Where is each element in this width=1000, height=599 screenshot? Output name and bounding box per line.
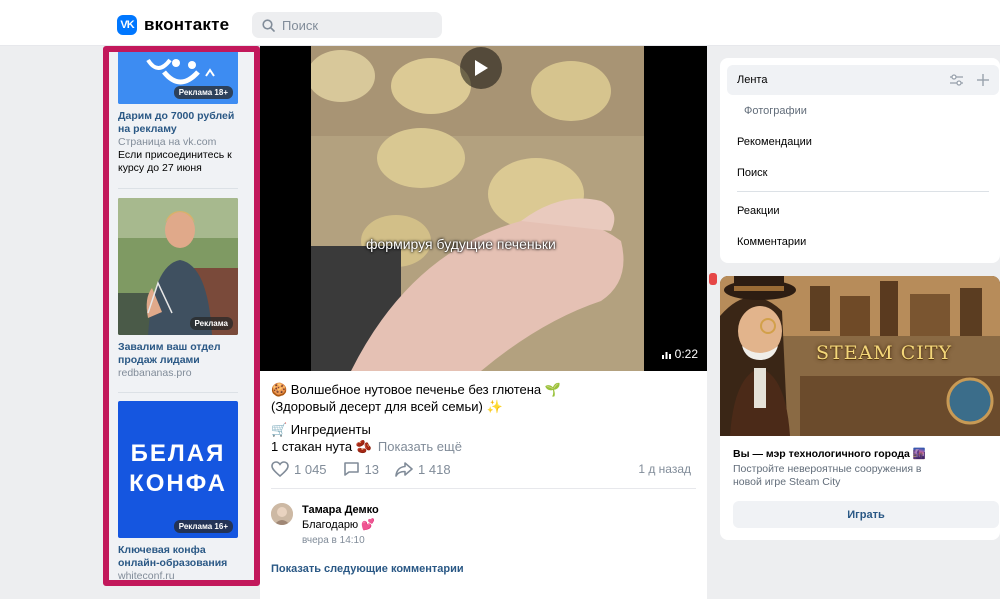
ad-badge: Реклама — [189, 317, 233, 330]
divider — [271, 488, 696, 489]
post-actions: 1 045 13 1 418 1 д назад — [271, 461, 691, 477]
avatar[interactable] — [271, 503, 293, 525]
ads-column: Реклама 18+ Дарим до 7000 рублей на рекл… — [103, 46, 260, 586]
ad-image[interactable]: Реклама 18+ — [118, 52, 238, 104]
nav-item-label: Реакции — [737, 205, 780, 217]
ad-title[interactable]: Дарим до 7000 рублей на рекламу — [118, 110, 242, 136]
ad-text: Если присоединитесь к курсу до 27 июня — [118, 149, 232, 174]
nav-item-recommendations[interactable]: Рекомендации — [727, 127, 999, 157]
ad-item[interactable]: Реклама 18+ Дарим до 7000 рублей на рекл… — [118, 52, 242, 175]
nav-item-label: Лента — [737, 74, 768, 86]
share-button[interactable]: 1 418 — [395, 461, 451, 477]
nav-item-label: Комментарии — [737, 236, 807, 248]
heart-icon — [271, 461, 289, 477]
comment-text: Благодарю 💕 — [302, 519, 375, 531]
post-text: 🍪 Волшебное нутовое печенье без глютена … — [271, 381, 561, 455]
promo-title[interactable]: Вы — мэр технологичного города 🌆 — [733, 447, 926, 460]
ad-divider — [118, 392, 238, 393]
comment-button[interactable]: 13 — [343, 461, 379, 477]
feed-post: формируя будущие печеньки 0:22 🍪 Волшебн… — [260, 46, 707, 599]
video-bars-icon — [661, 351, 671, 359]
ad-item[interactable]: БЕЛАЯ КОНФА Реклама 16+ Ключевая конфа о… — [118, 401, 242, 582]
like-button[interactable]: 1 045 — [271, 461, 327, 477]
play-button[interactable] — [460, 47, 502, 89]
play-game-button[interactable]: Играть — [733, 501, 999, 528]
comment-time[interactable]: вчера в 14:10 — [302, 535, 365, 546]
search-placeholder: Поиск — [282, 17, 319, 33]
video-caption: формируя будущие печеньки — [366, 236, 556, 252]
ad-domain: redbananas.pro — [118, 367, 192, 379]
nav-divider — [737, 191, 989, 192]
play-icon — [475, 60, 488, 76]
video-duration-text: 0:22 — [674, 347, 698, 361]
ad-title[interactable]: Завалим ваш отдел продаж лидами — [118, 341, 242, 367]
ad-image[interactable]: Реклама — [118, 198, 238, 335]
comment-icon — [343, 462, 359, 476]
post-date[interactable]: 1 д назад — [638, 462, 691, 476]
video-player[interactable]: формируя будущие печеньки 0:22 — [260, 46, 707, 371]
search-input[interactable]: Поиск — [252, 12, 442, 38]
like-count: 1 045 — [294, 461, 327, 477]
nav-item-photos[interactable]: Фотографии — [727, 96, 999, 126]
vk-logo[interactable]: VK вконтакте — [117, 15, 229, 35]
nav-item-feed[interactable]: Лента — [727, 65, 999, 95]
plus-icon[interactable] — [977, 74, 989, 86]
nav-tools — [950, 74, 989, 86]
ad-item[interactable]: Реклама Завалим ваш отдел продаж лидами … — [118, 198, 242, 380]
ad-image-text: БЕЛАЯ — [130, 440, 226, 467]
post-text-line: 1 стакан нута 🫘 — [271, 439, 372, 454]
post-text-line: 🍪 Волшебное нутовое печенье без глютена … — [271, 382, 561, 397]
ad-badge: Реклама 18+ — [173, 86, 233, 99]
comment-count: 13 — [364, 461, 380, 477]
nav-item-comments[interactable]: Комментарии — [727, 227, 999, 257]
game-promo-card: STEAM CITY Вы — мэр технологичного город… — [720, 276, 1000, 540]
ad-domain: whiteconf.ru — [118, 570, 175, 582]
promo-text: Постройте невероятные сооружения в новой… — [733, 463, 922, 488]
sliders-icon[interactable] — [950, 74, 963, 86]
post-text-line-with-more: 1 стакан нута 🫘 Показать ещё — [271, 438, 561, 455]
vk-logo-text: вконтакте — [144, 15, 230, 34]
show-more-link[interactable]: Показать ещё — [378, 439, 462, 454]
ad-image[interactable]: БЕЛАЯ КОНФА Реклама 16+ — [118, 401, 238, 538]
nav-item-label: Фотографии — [744, 105, 807, 117]
ad-image-text: КОНФА — [129, 470, 227, 497]
share-count: 1 418 — [418, 461, 451, 477]
video-duration: 0:22 — [661, 347, 698, 361]
promo-game-logo: STEAM CITY — [816, 342, 953, 364]
ad-title[interactable]: Ключевая конфа онлайн-образования — [118, 544, 242, 570]
post-text-line: 🛒 Ингредиенты — [271, 422, 371, 437]
ad-badge: Реклама 16+ — [173, 520, 233, 533]
share-icon — [395, 462, 413, 477]
show-next-comments-link[interactable]: Показать следующие комментарии — [271, 563, 464, 575]
video-frame — [311, 46, 644, 371]
ad-domain: Страница на vk.com — [118, 136, 217, 148]
person-photo-icon — [118, 198, 238, 335]
nav-item-label: Поиск — [737, 167, 768, 179]
nav-item-label: Рекомендации — [737, 136, 812, 148]
feed-filters-menu: Лента Фотографии Рекомендации Поиск Реак… — [720, 58, 1000, 263]
cookies-video-still-icon — [311, 46, 644, 371]
top-header: VK вконтакте Поиск — [0, 0, 1000, 46]
search-icon — [262, 18, 275, 32]
vk-logo-icon: VK — [117, 15, 137, 35]
avatar-photo-icon — [271, 503, 293, 525]
ad-divider — [118, 188, 238, 189]
red-marker — [709, 273, 717, 285]
nav-item-reactions[interactable]: Реакции — [727, 196, 999, 226]
comment-author[interactable]: Тамара Демко — [302, 504, 379, 516]
promo-image[interactable]: STEAM CITY — [720, 276, 1000, 436]
post-text-line: (Здоровый десерт для всей семьи) ✨ — [271, 399, 503, 414]
nav-item-search[interactable]: Поиск — [727, 158, 999, 188]
